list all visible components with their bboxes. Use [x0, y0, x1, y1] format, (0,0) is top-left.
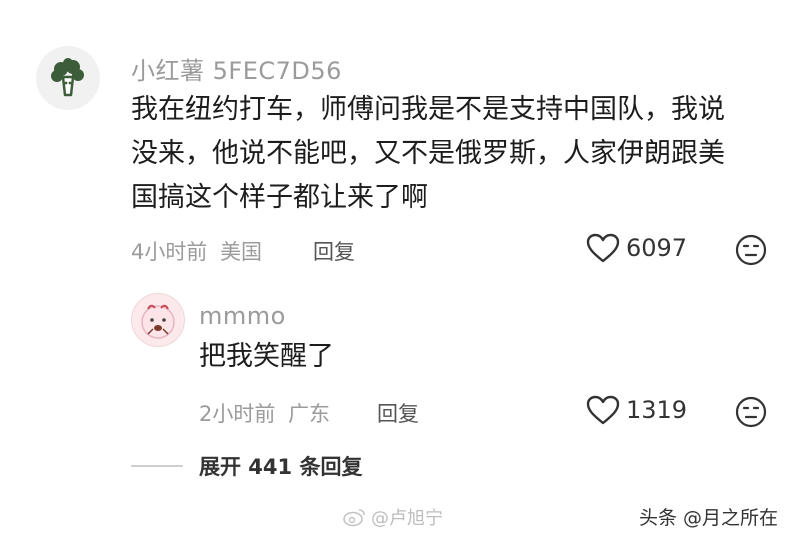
reply-username[interactable]: mmmo — [199, 302, 286, 330]
watermark-right: 头条 @月之所在 — [638, 507, 778, 529]
weibo-icon — [343, 509, 365, 527]
broccoli-icon — [51, 58, 84, 97]
reply-time: 2小时前 — [199, 402, 276, 426]
comment-text-line-2: 没来，他说不能吧，又不是俄罗斯，人家伊朗跟美 — [131, 138, 725, 169]
reply-location: 广东 — [288, 402, 331, 426]
emoji-reaction-button[interactable] — [735, 234, 767, 270]
watermark-left-text: @卢旭宁 — [371, 508, 443, 529]
reply-emoji-reaction-button[interactable] — [735, 396, 767, 432]
heart-icon — [586, 233, 620, 263]
like-count: 6097 — [626, 234, 688, 262]
reply-reply-button[interactable]: 回复 — [377, 398, 419, 428]
expand-divider — [131, 465, 183, 467]
like-button[interactable]: 6097 — [586, 233, 687, 263]
neutral-face-icon — [735, 396, 767, 428]
reply-button[interactable]: 回复 — [313, 236, 355, 266]
comment-text-line-3: 国搞这个样子都让来了啊 — [131, 182, 428, 213]
expand-replies-button[interactable]: 展开 441 条回复 — [131, 451, 362, 481]
comment-username[interactable]: 小红薯 5FEC7D56 — [131, 51, 342, 86]
cartoon-face-icon — [141, 304, 175, 339]
neutral-face-icon — [735, 234, 767, 266]
heart-icon — [586, 395, 620, 425]
expand-replies-label: 展开 441 条回复 — [199, 455, 363, 479]
reply-meta: 2小时前 广东 — [199, 398, 330, 428]
comment-text-line-1: 我在纽约打车，师傅问我是不是支持中国队，我说 — [131, 94, 725, 125]
watermark-left: @卢旭宁 — [343, 504, 443, 530]
reply-text: 把我笑醒了 — [199, 341, 334, 372]
comment-time: 4小时前 — [131, 240, 208, 264]
avatar[interactable] — [36, 46, 100, 110]
comment-body: 我在纽约打车，师傅问我是不是支持中国队，我说 没来，他说不能吧，又不是俄罗斯，人… — [131, 88, 725, 220]
comment-location: 美国 — [220, 240, 263, 264]
reply-like-count: 1319 — [626, 396, 688, 424]
comment-meta: 4小时前 美国 — [131, 236, 262, 266]
reply-like-button[interactable]: 1319 — [586, 395, 687, 425]
reply-avatar[interactable] — [131, 293, 185, 347]
